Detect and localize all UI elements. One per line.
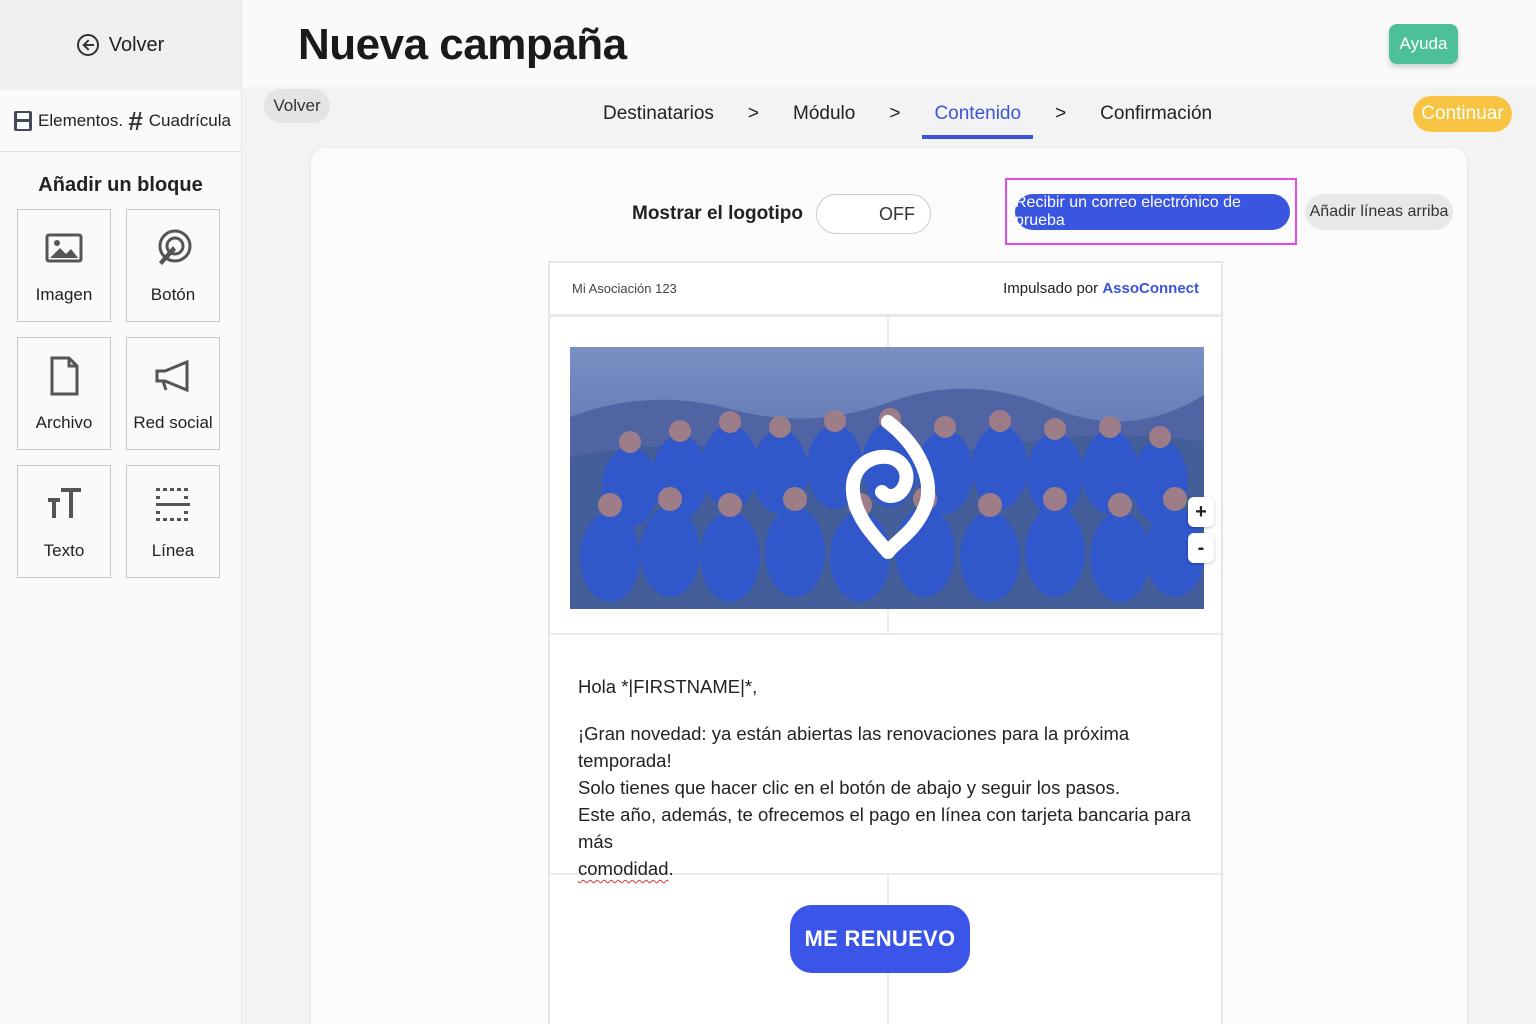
continue-button[interactable]: Continuar [1413,96,1512,132]
block-social-label: Red social [133,413,213,432]
toggle-state: OFF [879,203,915,224]
grid-icon: # [128,105,143,136]
block-button[interactable]: Botón [126,209,220,322]
send-test-email-button[interactable]: Recibir un correo electrónico de prueba [1015,194,1290,230]
block-image[interactable]: Imagen [17,209,111,322]
back-button[interactable]: Volver [264,89,330,123]
step-separator: > [1055,103,1067,124]
powered-by: Impulsado por AssoConnect [1003,280,1199,297]
step-separator: > [889,103,901,124]
block-text-label: Texto [43,541,85,560]
page-title: Nueva campaña [298,20,627,69]
block-button-label: Botón [150,285,196,304]
text-block[interactable]: Hola *|FIRSTNAME|*, ¡Gran novedad: ya es… [550,635,1221,879]
image-icon [45,233,83,263]
step-content[interactable]: Contenido [922,103,1033,139]
floppy-disk-icon [14,110,32,131]
association-name: Mi Asociación 123 [572,281,677,296]
brand-link[interactable]: AssoConnect [1102,280,1199,297]
zoom-in-button[interactable]: + [1188,497,1214,527]
body-line: Este año, además, te ofrecemos el pago e… [578,804,1191,852]
body-line: Solo tienes que hacer clic en el botón d… [578,777,1120,798]
add-block-title: Añadir un bloque [38,174,203,196]
back-arrow-icon [76,34,99,56]
block-palette: Imagen Botón Archivo Red social Texto Lí… [17,209,220,578]
step-recipients[interactable]: Destinatarios [591,103,726,133]
zoom-out-button[interactable]: - [1188,533,1214,563]
dotted-line-icon [156,488,190,521]
body-line: ¡Gran novedad: ya están abiertas las ren… [578,723,1130,771]
block-file[interactable]: Archivo [17,337,111,450]
block-social[interactable]: Red social [126,337,220,450]
tab-grid[interactable]: # Cuadrícula [128,108,231,134]
tab-elements[interactable]: Elementos. [14,110,124,131]
block-line-label: Línea [151,541,195,560]
add-lines-above-button[interactable]: Añadir líneas arriba [1305,194,1453,230]
powered-by-prefix: Impulsado por [1003,280,1099,297]
email-preview: Mi Asociación 123 Impulsado por AssoConn… [548,261,1223,1024]
show-logo-toggle[interactable]: OFF [816,194,931,234]
text-size-icon [48,488,81,518]
block-line[interactable]: Línea [126,465,220,578]
sidebar-back-label: Volver [108,33,165,56]
step-module[interactable]: Módulo [781,103,867,133]
button-block: ME RENUEVO [550,875,1221,1024]
image-block[interactable]: + - [550,317,1221,635]
tab-elements-label: Elementos. [38,110,124,130]
sidebar: Volver Elementos. # Cuadrícula Añadir un… [0,0,242,1024]
click-button-icon [158,229,192,265]
toggle-knob [819,197,873,231]
block-file-label: Archivo [35,413,93,432]
block-text[interactable]: Texto [17,465,111,578]
block-image-label: Imagen [35,285,93,304]
step-navigation: Destinatarios > Módulo > Contenido > Con… [591,103,1224,139]
team-photo[interactable] [570,347,1204,609]
sidebar-back-link[interactable]: Volver [0,0,241,90]
email-header: Mi Asociación 123 Impulsado por AssoConn… [550,263,1221,317]
step-confirmation[interactable]: Confirmación [1088,103,1224,133]
help-button[interactable]: Ayuda [1389,24,1458,64]
body-text: ¡Gran novedad: ya están abiertas las ren… [578,720,1193,882]
megaphone-icon [155,359,189,393]
step-separator: > [747,103,759,124]
renew-button[interactable]: ME RENUEVO [790,905,970,973]
greeting-text: Hola *|FIRSTNAME|*, [578,676,758,697]
show-logo-label: Mostrar el logotipo [632,203,803,224]
file-icon [50,356,79,396]
tab-grid-label: Cuadrícula [148,110,231,130]
sidebar-tabs: Elementos. # Cuadrícula [0,90,241,152]
